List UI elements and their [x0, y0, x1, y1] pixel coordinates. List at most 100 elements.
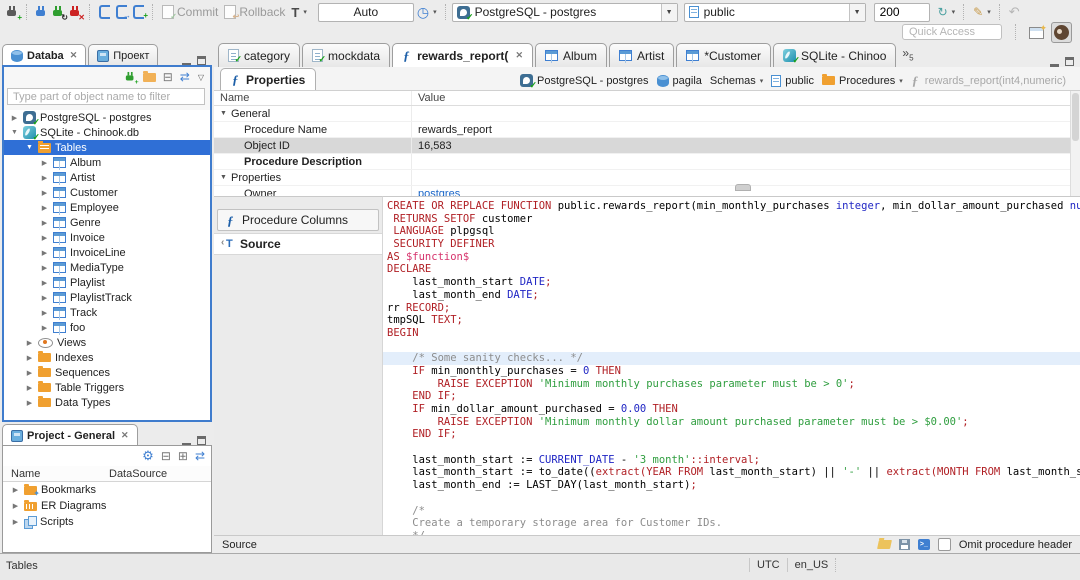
expand-arrow-icon[interactable]: ▶: [40, 219, 49, 227]
column-name[interactable]: Name: [3, 468, 109, 480]
expand-arrow-icon[interactable]: ▶: [25, 339, 34, 347]
property-row-procedure-description[interactable]: Procedure Description: [214, 154, 1080, 170]
combo-arrow-icon[interactable]: ▼: [848, 3, 865, 21]
maximize-editor-icon[interactable]: [1065, 57, 1074, 66]
expand-arrow-icon[interactable]: ▶: [25, 369, 34, 377]
collapse-arrow-icon[interactable]: ▼: [25, 144, 34, 151]
recent-sql-editor-button[interactable]: →: [116, 5, 131, 20]
tree-item-views[interactable]: ▶ Views: [4, 335, 210, 350]
grid-scrollbar[interactable]: [1070, 91, 1080, 197]
disconnect-button[interactable]: ✕: [70, 5, 85, 21]
tree-item-customer[interactable]: ▶ Customer: [4, 185, 210, 200]
transaction-history-button[interactable]: ◷ ▾: [417, 5, 437, 19]
close-tab-icon[interactable]: ✕: [515, 50, 523, 61]
breadcrumb-item-schemas[interactable]: Schemas ▾: [710, 75, 763, 87]
editor-tab-category[interactable]: category: [218, 43, 301, 67]
dbeaver-perspective-button[interactable]: [1051, 22, 1072, 43]
expand-arrow-icon[interactable]: ▶: [40, 294, 49, 302]
tree-item-playlist[interactable]: ▶ Playlist: [4, 275, 210, 290]
code-line[interactable]: LANGUAGE plpgsql: [383, 225, 1080, 238]
combo-arrow-icon[interactable]: ▼: [660, 3, 677, 21]
code-line[interactable]: END IF;: [383, 428, 1080, 441]
expand-arrow-icon[interactable]: ▶: [40, 309, 49, 317]
invalidate-connection-button[interactable]: ↻: [53, 5, 68, 21]
tree-item-foo[interactable]: ▶ foo: [4, 320, 210, 335]
code-line[interactable]: last_month_start := CURRENT_DATE - '3 mo…: [383, 454, 1080, 467]
editor-tab-album[interactable]: Album: [534, 43, 607, 67]
editor-tab-customer[interactable]: *Customer: [676, 43, 772, 67]
sync-parameters-button[interactable]: ↻ ▾: [938, 6, 956, 18]
close-tab-icon[interactable]: ✕: [121, 430, 129, 441]
grid-column-value[interactable]: Value: [411, 91, 1080, 105]
expand-arrow-icon[interactable]: ▶: [11, 486, 20, 494]
property-row-object-id[interactable]: Object ID 16,583: [214, 138, 1080, 154]
code-line[interactable]: last_month_end := LAST_DAY(last_month_st…: [383, 479, 1080, 492]
commit-button[interactable]: ✓ Commit: [162, 5, 218, 21]
link-with-editor-icon[interactable]: ⇄: [180, 71, 190, 83]
close-tab-icon[interactable]: ✕: [70, 50, 78, 61]
code-line[interactable]: [383, 441, 1080, 454]
gear-icon[interactable]: ⚙: [142, 449, 154, 462]
breadcrumb-item-procedures[interactable]: Procedures ▾: [822, 74, 903, 87]
source-code-viewer[interactable]: CREATE OR REPLACE FUNCTION public.reward…: [383, 196, 1080, 535]
maximize-panel-icon[interactable]: [197, 56, 206, 65]
tree-item-artist[interactable]: ▶ Artist: [4, 170, 210, 185]
connect-button[interactable]: [36, 5, 47, 19]
active-connection-combo[interactable]: PostgreSQL - postgres ▼: [451, 2, 678, 23]
project-item-scripts[interactable]: ▶ Scripts: [3, 514, 211, 530]
breadcrumb-item-postgresql-postgres[interactable]: PostgreSQL - postgres: [520, 74, 649, 91]
expand-arrow-icon[interactable]: ▶: [25, 384, 34, 392]
code-line[interactable]: /*: [383, 505, 1080, 518]
collapse-arrow-icon[interactable]: ▼: [10, 129, 19, 136]
code-line[interactable]: END IF;: [383, 390, 1080, 403]
save-to-file-icon[interactable]: [898, 539, 910, 550]
expand-arrow-icon[interactable]: ▶: [40, 189, 49, 197]
grid-column-name[interactable]: Name: [214, 92, 411, 104]
rollback-button[interactable]: ↩ Rollback: [224, 5, 285, 21]
property-row-procedure-name[interactable]: Procedure Name rewards_report: [214, 122, 1080, 138]
status-locale[interactable]: en_US: [795, 559, 829, 571]
code-line[interactable]: /* Some sanity checks... */: [383, 352, 1080, 365]
tab-overflow-button[interactable]: »5: [902, 46, 913, 62]
omit-procedure-header-checkbox[interactable]: [937, 538, 951, 551]
sql-editor-button[interactable]: [99, 5, 110, 19]
expand-arrow-icon[interactable]: ▶: [10, 114, 19, 122]
project-item-er-diagrams[interactable]: ▶ ER Diagrams: [3, 498, 211, 514]
code-line[interactable]: [383, 340, 1080, 353]
caret-down-icon[interactable]: ▾: [760, 77, 764, 85]
code-line[interactable]: last_month_start DATE;: [383, 276, 1080, 289]
fetch-size-input[interactable]: [873, 2, 930, 22]
transaction-log-button[interactable]: T ▾: [291, 5, 306, 20]
open-perspective-button[interactable]: [1026, 23, 1047, 42]
editor-tab-mockdata[interactable]: mockdata: [302, 43, 391, 67]
code-line[interactable]: rr RECORD;: [383, 302, 1080, 315]
column-datasource[interactable]: DataSource: [109, 468, 167, 480]
commit-mode-combo[interactable]: Auto: [317, 2, 414, 22]
code-line[interactable]: DECLARE: [383, 263, 1080, 276]
format-button[interactable]: ✎ ▾: [973, 6, 991, 18]
tree-item-playlisttrack[interactable]: ▶ PlaylistTrack: [4, 290, 210, 305]
tree-item-mediatype[interactable]: ▶ MediaType: [4, 260, 210, 275]
breadcrumb-item-pagila[interactable]: pagila: [656, 74, 702, 87]
sash-grip[interactable]: [735, 184, 751, 191]
tree-item-postgresql-postgres[interactable]: ▶ PostgreSQL - postgres: [4, 110, 210, 128]
maximize-panel-icon[interactable]: [197, 436, 206, 445]
object-filter-input[interactable]: [7, 88, 205, 105]
load-from-file-icon[interactable]: [876, 540, 892, 549]
tree-item-invoiceline[interactable]: ▶ InvoiceLine: [4, 245, 210, 260]
code-line[interactable]: AS $function$: [383, 251, 1080, 264]
tree-item-sequences[interactable]: ▶ Sequences: [4, 365, 210, 380]
undo-button[interactable]: ↶: [1009, 5, 1020, 18]
expand-arrow-icon[interactable]: ▶: [40, 159, 49, 167]
expand-arrow-icon[interactable]: ▶: [25, 399, 34, 407]
tree-item-employee[interactable]: ▶ Employee: [4, 200, 210, 215]
collapse-all-icon[interactable]: ⊟: [161, 450, 171, 462]
project-item-bookmarks[interactable]: ▶ Bookmarks: [3, 482, 211, 498]
minimize-editor-icon[interactable]: [1050, 56, 1059, 67]
expand-arrow-icon[interactable]: ▶: [40, 204, 49, 212]
tree-item-genre[interactable]: ▶ Genre: [4, 215, 210, 230]
expand-arrow-icon[interactable]: ▶: [11, 518, 20, 526]
code-line[interactable]: RAISE EXCEPTION 'Minimum monthly dollar …: [383, 416, 1080, 429]
tab-properties[interactable]: Properties: [220, 68, 317, 90]
editor-tab-artist[interactable]: Artist: [609, 43, 675, 67]
